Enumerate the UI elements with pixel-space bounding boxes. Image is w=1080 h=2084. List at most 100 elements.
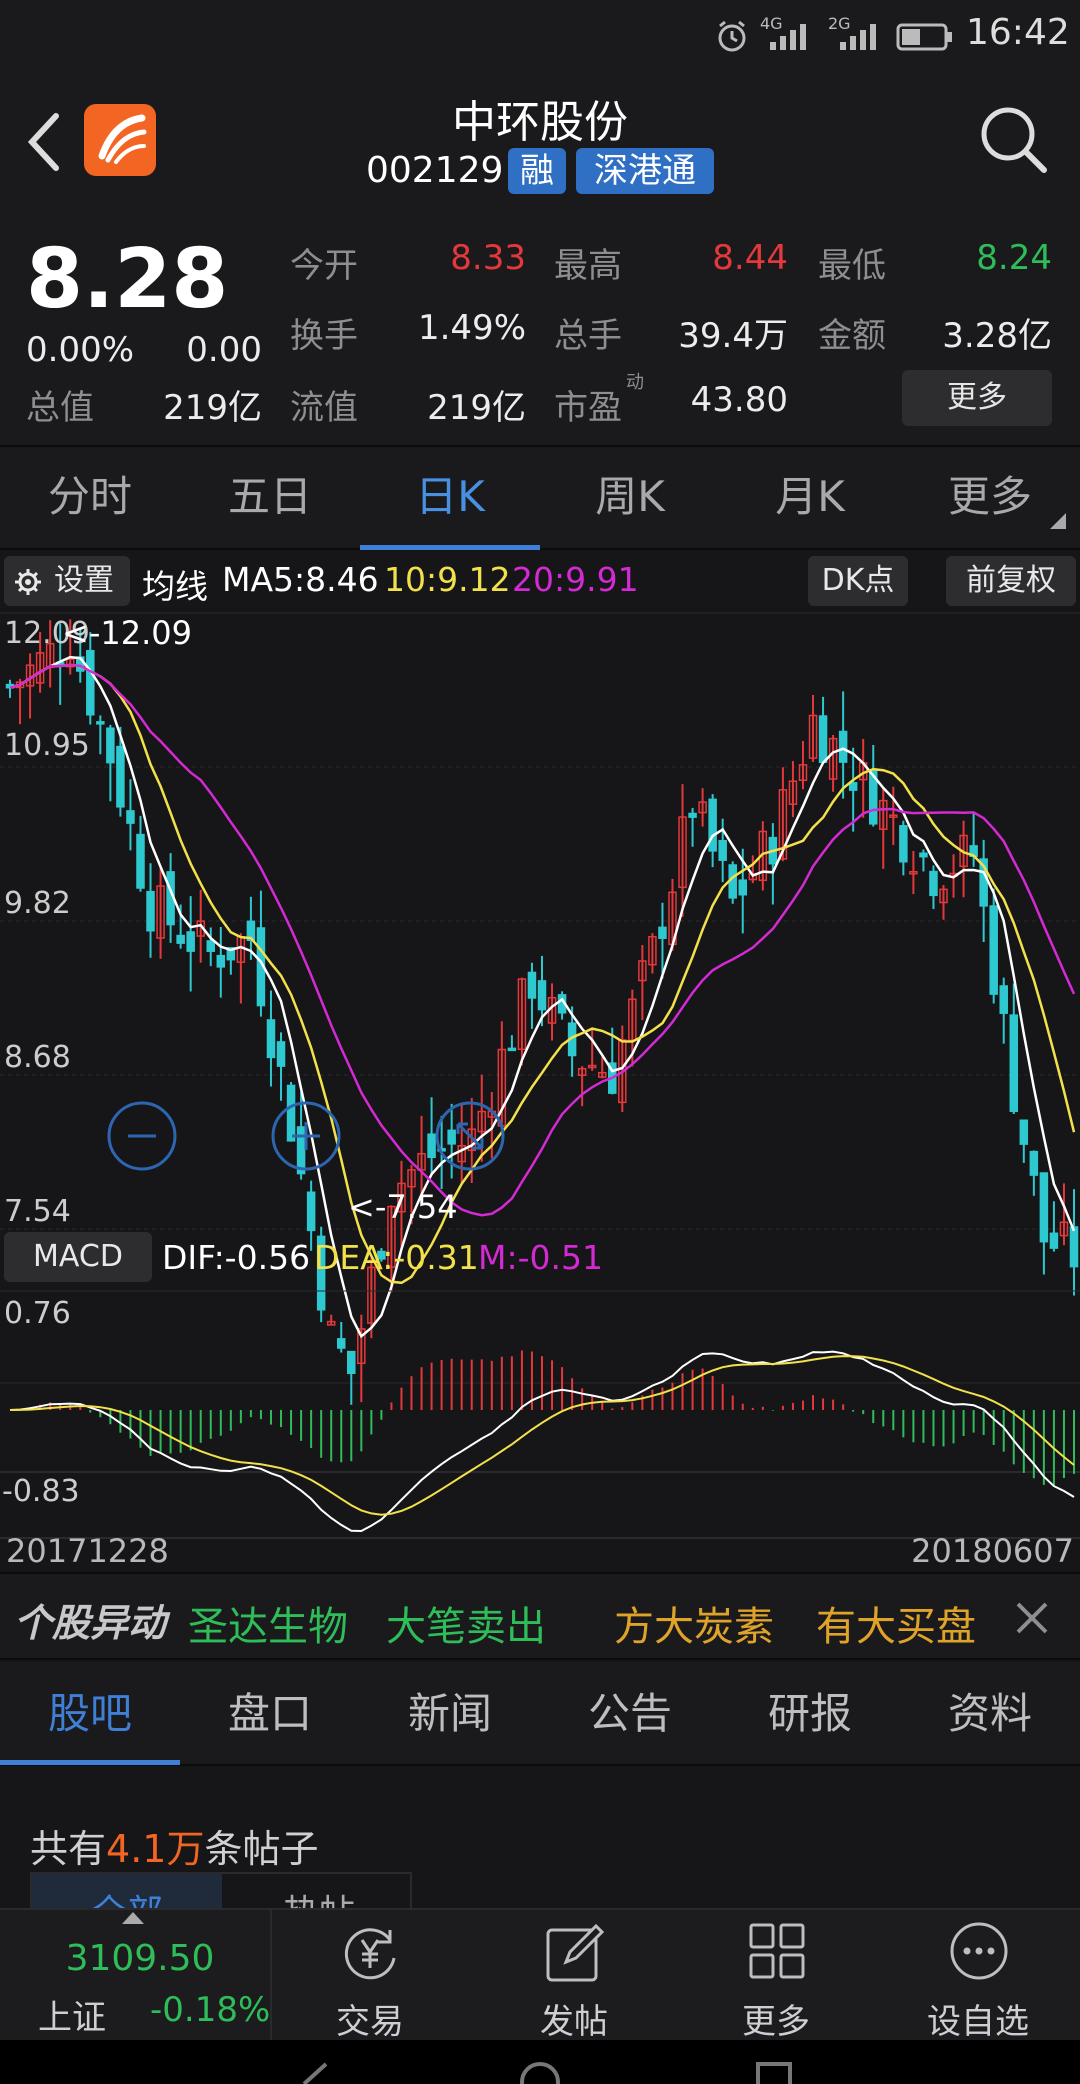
close-icon[interactable]: [1014, 1600, 1050, 1636]
chart-area: 设置 均线 MA5:8.46 10:9.12 20:9.91 DK点 前复权 1…: [0, 552, 1080, 1572]
turnover-label: 换手: [290, 316, 358, 356]
tab-more[interactable]: 更多: [900, 447, 1080, 550]
expand-up-icon[interactable]: [122, 1912, 144, 1924]
search-icon[interactable]: [978, 104, 1050, 176]
stock-header: 中环股份 002129 融 深港通: [0, 72, 1080, 222]
amount-value: 3.28亿: [942, 316, 1052, 356]
dk-button[interactable]: DK点: [808, 556, 908, 606]
alarm-icon: [718, 20, 746, 52]
candle-body: [106, 727, 115, 764]
ma-title: 均线: [142, 567, 208, 606]
candle-body: [899, 825, 908, 863]
alert-item-3[interactable]: 方大炭素: [614, 1594, 774, 1652]
trade-label: 交易: [336, 2002, 404, 2042]
index-value[interactable]: 3109.50: [40, 1938, 240, 1979]
more-button[interactable]: 更多: [902, 370, 1052, 426]
macd-chart[interactable]: [0, 1290, 1080, 1540]
high-marker: <-12.09: [62, 614, 192, 652]
nav-back-icon[interactable]: [296, 2062, 336, 2084]
alert-item-2[interactable]: 大笔卖出: [386, 1594, 546, 1652]
date-start: 20171228: [6, 1532, 169, 1570]
add-watchlist-button[interactable]: 设自选: [898, 1910, 1058, 2042]
y-label-4: 8.68: [4, 1040, 71, 1075]
candle-body: [186, 931, 195, 952]
candle-body: [919, 852, 928, 858]
tab-forum[interactable]: 股吧: [0, 1662, 180, 1766]
filter-all[interactable]: 全部: [32, 1874, 222, 1908]
macd-m: M:-0.51: [478, 1238, 603, 1277]
period-tabs: 分时 五日 日K 周K 月K 更多: [0, 447, 1080, 550]
clock: 16:42: [966, 12, 1070, 53]
candle-body: [818, 715, 828, 764]
alert-item-1[interactable]: 圣达生物: [188, 1594, 348, 1652]
current-price: 8.28: [26, 232, 229, 327]
system-nav-bar: [0, 2040, 1080, 2084]
candle-body: [146, 890, 155, 932]
alert-item-4[interactable]: 有大买盘: [816, 1594, 976, 1652]
candle-body: [216, 954, 226, 968]
candle-body: [527, 971, 537, 999]
low-label: 最低: [818, 246, 886, 286]
candle-body: [658, 926, 667, 939]
bottom-action-bar: 3109.50 上证 -0.18% 交易 发帖 更多 设自选: [0, 1908, 1080, 2042]
ma10-value: 10:9.12: [384, 560, 511, 599]
posts-prefix: 共有: [30, 1827, 107, 1871]
candle-body: [738, 879, 748, 896]
posts-section: 共有4.1万条帖子 全部 热帖: [0, 1768, 1080, 1908]
tab-orderbook[interactable]: 盘口: [180, 1662, 360, 1766]
quote-panel: 8.28 0.00% 0.00 总值 219亿 今开 8.33 最高 8.44 …: [0, 222, 1080, 447]
adjust-button[interactable]: 前复权: [946, 556, 1076, 606]
trade-button[interactable]: 交易: [290, 1910, 450, 2042]
candle-body: [989, 905, 998, 995]
candle-body: [1069, 1226, 1079, 1268]
post-button[interactable]: 发帖: [494, 1910, 654, 2042]
tab-intraday[interactable]: 分时: [0, 447, 180, 550]
macd-button[interactable]: MACD: [4, 1232, 152, 1282]
tab-profile[interactable]: 资料: [900, 1662, 1080, 1766]
candle-body: [537, 980, 547, 1011]
posts-filter: 全部 热帖: [30, 1872, 412, 1908]
candle-body: [929, 870, 938, 897]
macd-y-top: 0.76: [4, 1296, 71, 1331]
grid-icon: [749, 1923, 805, 1979]
back-icon[interactable]: [24, 110, 64, 174]
macd-y-bottom: -0.83: [2, 1474, 80, 1509]
tab-daily-k[interactable]: 日K: [360, 447, 540, 550]
candle-body: [708, 798, 717, 852]
tab-news[interactable]: 新闻: [360, 1662, 540, 1766]
y-label-5: 7.54: [4, 1194, 71, 1229]
macd-dif: DIF:-0.56: [162, 1238, 311, 1277]
compose-icon: [546, 1923, 605, 1982]
more-apps-button[interactable]: 更多: [696, 1910, 856, 2042]
float-cap-value: 219亿: [427, 388, 526, 428]
candle-body: [86, 649, 95, 716]
alert-title: 个股异动: [14, 1601, 167, 1645]
app-logo: [84, 104, 156, 176]
tab-research[interactable]: 研报: [720, 1662, 900, 1766]
more-apps-label: 更多: [742, 2002, 810, 2042]
zoom-out-icon[interactable]: [106, 1100, 178, 1172]
expand-icon[interactable]: [434, 1100, 506, 1172]
open-label: 今开: [290, 246, 358, 286]
candle-body: [96, 721, 105, 725]
zoom-in-icon[interactable]: [270, 1100, 342, 1172]
settings-button[interactable]: 设置: [4, 556, 130, 606]
tab-weekly-k[interactable]: 周K: [540, 447, 720, 550]
margin-badge: 融: [508, 148, 566, 194]
low-marker: <-7.54: [348, 1188, 458, 1226]
nav-recents-icon[interactable]: [754, 2060, 794, 2084]
open-value: 8.33: [450, 238, 526, 278]
pe-value: 43.80: [690, 380, 788, 420]
post-label: 发帖: [540, 2002, 608, 2042]
active-content-tab-indicator: [0, 1760, 180, 1765]
tab-monthly-k[interactable]: 月K: [720, 447, 900, 550]
index-change: -0.18%: [150, 1990, 271, 2030]
nav-home-icon[interactable]: [516, 2058, 564, 2084]
tab-five-day[interactable]: 五日: [180, 447, 360, 550]
candle-body: [1039, 1172, 1049, 1243]
filter-hot[interactable]: 热帖: [224, 1874, 410, 1908]
candle-body: [306, 1191, 316, 1232]
candle-body: [176, 934, 185, 944]
tab-announcements[interactable]: 公告: [540, 1662, 720, 1766]
stock-alert-ticker[interactable]: 个股异动 圣达生物 大笔卖出 方大炭素 有大买盘: [0, 1572, 1080, 1660]
